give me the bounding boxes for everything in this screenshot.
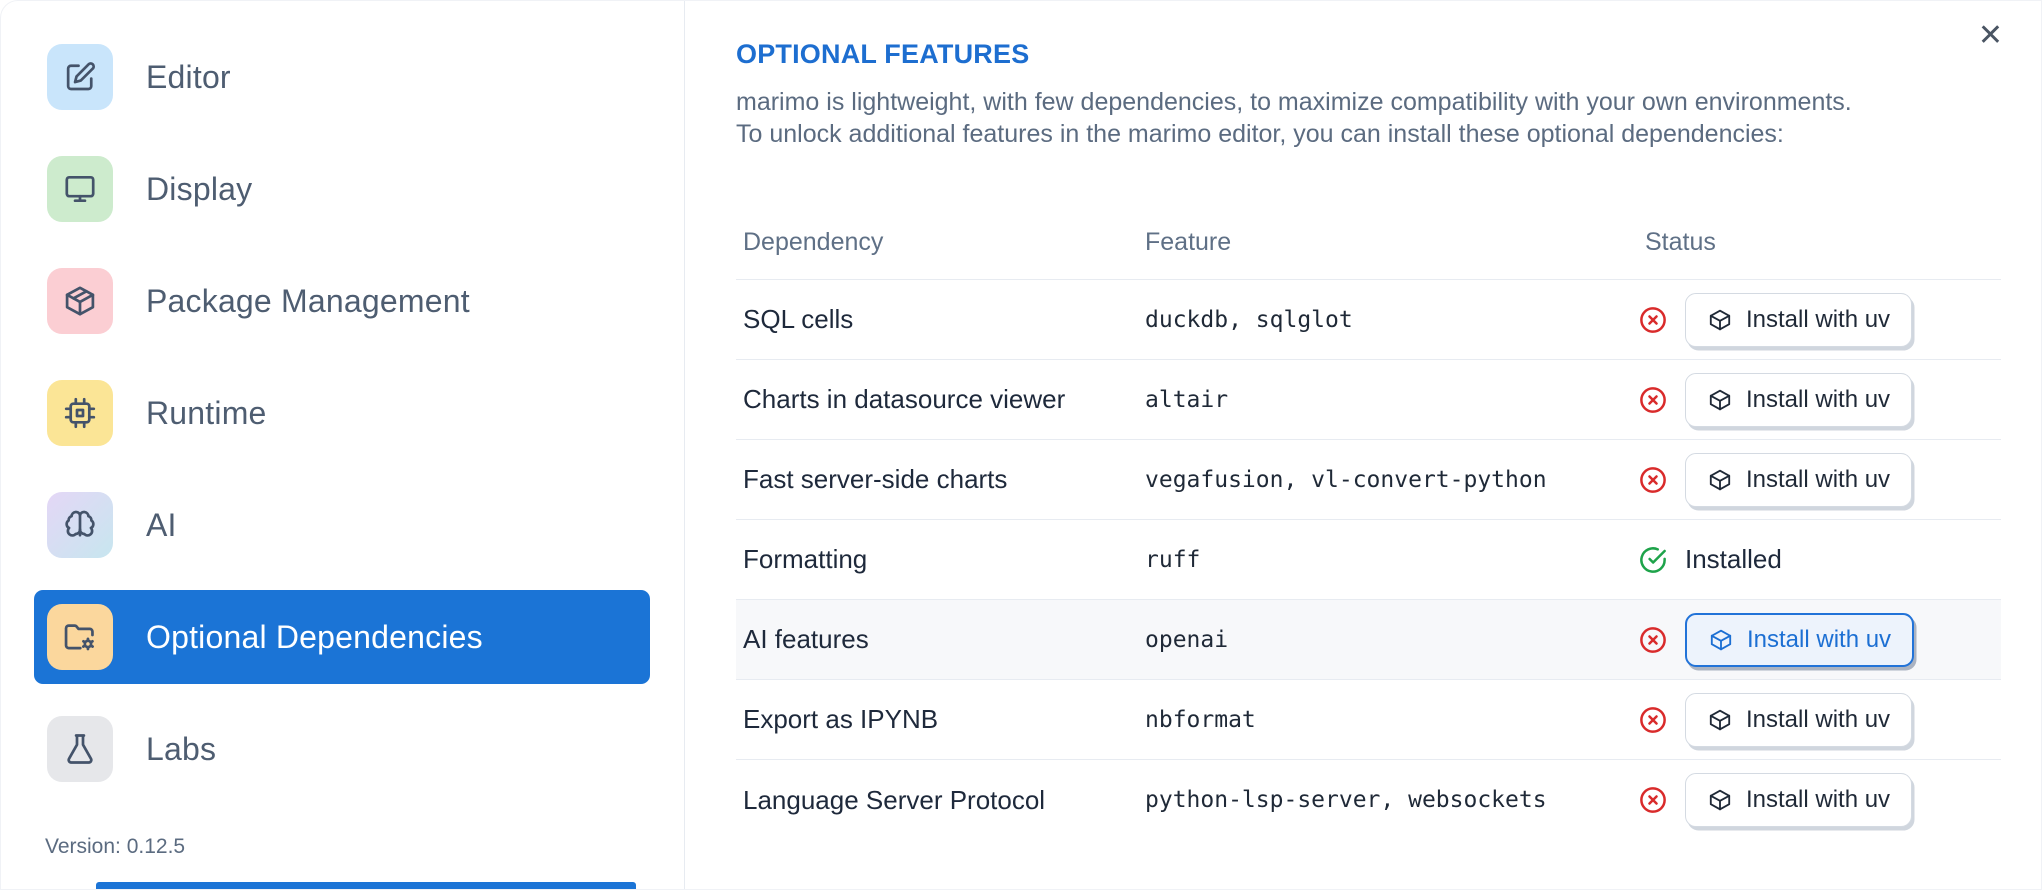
install-with-uv-button[interactable]: Install with uv [1685, 452, 1913, 507]
column-header-feature: Feature [1145, 228, 1232, 256]
sidebar-item-label: AI [146, 506, 177, 543]
page-title: OPTIONAL FEATURES [736, 39, 1030, 69]
install-button-label: Install with uv [1747, 625, 1892, 653]
dependency-cell: Fast server-side charts [743, 464, 1008, 494]
check-circle-icon [1638, 545, 1668, 575]
install-with-uv-button[interactable]: Install with uv [1685, 692, 1913, 747]
feature-cell: altair [1145, 386, 1229, 413]
x-circle-icon [1638, 465, 1668, 495]
package-cube-icon [1707, 307, 1733, 333]
monitor-icon [62, 171, 98, 207]
sidebar-item-runtime[interactable]: Runtime [34, 366, 650, 460]
package-cube-icon [1707, 707, 1733, 733]
table-row-ai-features: AI features openai Install with uv [736, 600, 2001, 680]
feature-cell: vegafusion, vl-convert-python [1145, 466, 1547, 493]
feature-cell: python-lsp-server, websockets [1145, 787, 1547, 813]
table-row-fast-server-side-charts: Fast server-side charts vegafusion, vl-c… [736, 440, 2001, 520]
package-cube-icon [1707, 787, 1733, 813]
feature-cell: ruff [1145, 546, 1201, 573]
status-cell: Installed [1638, 544, 2001, 575]
sidebar-item-label: Runtime [146, 394, 267, 431]
description-line-2: To unlock additional features in the mar… [736, 120, 1784, 148]
sidebar-item-icon-tile [47, 268, 113, 334]
version-label: Version: 0.12.5 [45, 835, 186, 858]
feature-cell: openai [1145, 626, 1229, 653]
sidebar-item-label: Optional Dependencies [146, 618, 483, 655]
settings-dialog: Editor Display Package Management Runtim… [0, 0, 2042, 890]
sidebar-item-package-management[interactable]: Package Management [34, 254, 650, 348]
feature-cell: nbformat [1145, 706, 1256, 733]
table-row-formatting: Formatting ruff Installed [736, 520, 2001, 600]
description-line-1: marimo is lightweight, with few dependen… [736, 88, 1852, 116]
sidebar-item-icon-tile [47, 44, 113, 110]
brain-icon [62, 507, 98, 543]
table-row-charts-in-datasource-viewer: Charts in datasource viewer altair Insta… [736, 360, 2001, 440]
package-cube-icon [1707, 467, 1733, 493]
install-button-label: Install with uv [1746, 786, 1891, 813]
table-row-export-as-ipynb: Export as IPYNB nbformat Install with uv [736, 680, 2001, 760]
status-cell: Install with uv [1638, 773, 2001, 827]
dependency-cell: Formatting [743, 544, 868, 574]
column-header-status: Status [1645, 228, 1716, 256]
table-header-row: Dependency Feature Status [736, 206, 2001, 280]
dependency-cell: Language Server Protocol [743, 784, 1046, 815]
sidebar-item-icon-tile [47, 716, 113, 782]
sidebar-item-label: Package Management [146, 282, 470, 319]
package-icon [62, 283, 98, 319]
sidebar-item-icon-tile [47, 604, 113, 670]
sidebar-item-editor[interactable]: Editor [34, 30, 650, 124]
install-with-uv-button[interactable]: Install with uv [1685, 773, 1913, 827]
dependency-cell: AI features [743, 624, 869, 654]
x-circle-icon [1638, 625, 1668, 655]
folder-gear-icon [62, 619, 98, 655]
sidebar-item-display[interactable]: Display [34, 142, 650, 236]
x-circle-icon [1638, 385, 1668, 415]
install-with-uv-button[interactable]: Install with uv [1685, 612, 1915, 667]
table-row-language-server-protocol: Language Server Protocol python-lsp-serv… [736, 760, 2001, 840]
dependencies-table: Dependency Feature Status SQL cells duck… [736, 206, 2001, 840]
table-body: SQL cells duckdb, sqlglot Install with u… [736, 280, 2001, 840]
table-row-sql-cells: SQL cells duckdb, sqlglot Install with u… [736, 280, 2001, 360]
package-cube-icon [1707, 387, 1733, 413]
sidebar-item-label: Editor [146, 58, 231, 95]
x-circle-icon [1638, 705, 1668, 735]
x-circle-icon [1638, 785, 1668, 815]
optional-features-panel: ✕ OPTIONAL FEATURES marimo is lightweigh… [685, 1, 2041, 889]
sidebar-bottom-accent-bar [96, 882, 636, 889]
sidebar-item-icon-tile [47, 492, 113, 558]
dependency-cell: Export as IPYNB [743, 704, 939, 734]
status-cell: Install with uv [1638, 692, 2001, 747]
feature-cell: duckdb, sqlglot [1145, 306, 1353, 333]
status-cell: Install with uv [1638, 372, 2001, 427]
cpu-icon [62, 395, 98, 431]
sidebar-item-labs[interactable]: Labs [34, 702, 650, 796]
installed-status-text: Installed [1685, 544, 1782, 574]
dependency-cell: Charts in datasource viewer [743, 384, 1066, 414]
install-with-uv-button[interactable]: Install with uv [1685, 372, 1913, 427]
install-button-label: Install with uv [1746, 385, 1891, 413]
status-cell: Install with uv [1638, 452, 2001, 507]
x-circle-icon [1638, 305, 1668, 335]
settings-sidebar: Editor Display Package Management Runtim… [1, 1, 685, 889]
install-button-label: Install with uv [1746, 465, 1891, 493]
sidebar-item-label: Labs [146, 730, 217, 767]
sidebar-item-optional-dependencies[interactable]: Optional Dependencies [34, 590, 650, 684]
close-icon[interactable]: ✕ [1974, 17, 2007, 55]
flask-icon [62, 731, 98, 767]
edit-icon [62, 59, 98, 95]
status-cell: Install with uv [1638, 292, 2001, 347]
sidebar-item-ai[interactable]: AI [34, 478, 650, 572]
sidebar-item-icon-tile [47, 156, 113, 222]
column-header-dependency: Dependency [743, 228, 884, 256]
install-with-uv-button[interactable]: Install with uv [1685, 292, 1913, 347]
install-button-label: Install with uv [1746, 705, 1891, 733]
sidebar-item-label: Display [146, 170, 253, 207]
sidebar-nav: Editor Display Package Management Runtim… [34, 30, 650, 814]
dependency-cell: SQL cells [743, 304, 854, 334]
install-button-label: Install with uv [1746, 305, 1891, 333]
status-cell: Install with uv [1638, 612, 2001, 667]
description-text: marimo is lightweight, with few dependen… [736, 86, 1999, 150]
package-cube-icon [1708, 627, 1734, 653]
sidebar-item-icon-tile [47, 380, 113, 446]
